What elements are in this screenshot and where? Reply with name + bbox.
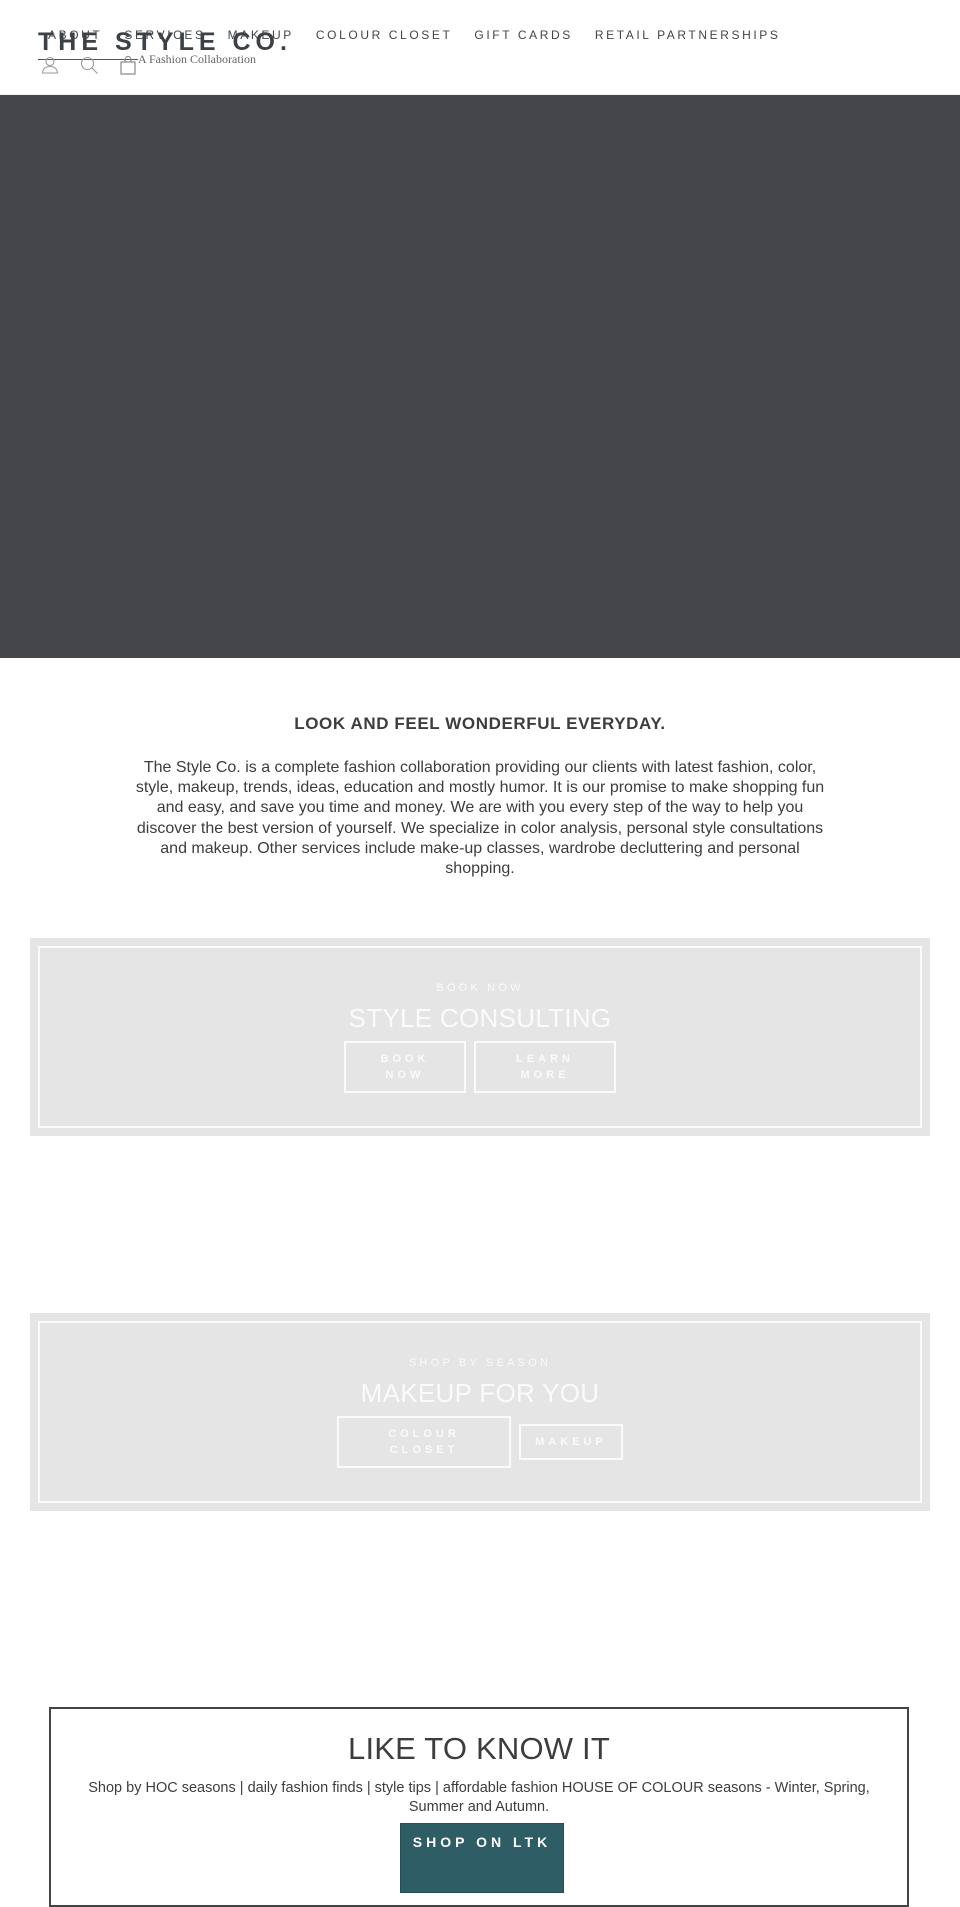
promo-kicker: SHOP BY SEASON	[408, 1357, 552, 1369]
promo-buttons: BOOK NOW LEARN MORE	[30, 1041, 930, 1093]
nav-item-about[interactable]: ABOUT	[48, 28, 102, 42]
ltk-description: Shop by HOC seasons | daily fashion find…	[88, 1780, 870, 1815]
ltk-section: LIKE TO KNOW IT Shop by HOC seasons | da…	[49, 1707, 909, 1907]
intro-title: LOOK AND FEEL WONDERFUL EVERYDAY.	[294, 714, 666, 733]
promo-heading: MAKEUP FOR YOU	[360, 1378, 600, 1408]
intro-section: LOOK AND FEEL WONDERFUL EVERYDAY. The St…	[130, 714, 830, 879]
search-icon[interactable]	[79, 55, 99, 75]
learn-more-button[interactable]: LEARN MORE	[474, 1041, 616, 1093]
promo-kicker: BOOK NOW	[436, 982, 524, 994]
nav-item-gift-cards[interactable]: GIFT CARDS	[474, 28, 572, 42]
main-nav: ABOUT SERVICES MAKEUP COLOUR CLOSET GIFT…	[48, 28, 803, 42]
nav-item-retail-partnerships[interactable]: RETAIL PARTNERSHIPS	[595, 28, 781, 42]
promo-content: SHOP BY SEASON MAKEUP FOR YOU COLOUR CLO…	[30, 1356, 930, 1468]
book-now-button[interactable]: BOOK NOW	[344, 1041, 466, 1093]
hero-banner	[0, 95, 960, 658]
shop-on-ltk-button[interactable]: SHOP ON LTK	[400, 1823, 564, 1893]
colour-closet-button[interactable]: COLOUR CLOSET	[337, 1416, 511, 1468]
site-header: THE STYLE CO. A Fashion Collaboration AB…	[0, 0, 960, 95]
promo-style-consulting: BOOK NOW STYLE CONSULTING BOOK NOW LEARN…	[30, 938, 930, 1136]
cart-icon[interactable]	[118, 55, 138, 75]
promo-content: BOOK NOW STYLE CONSULTING BOOK NOW LEARN…	[30, 981, 930, 1093]
nav-item-services[interactable]: SERVICES	[124, 28, 205, 42]
promo-buttons: COLOUR CLOSET MAKEUP	[30, 1416, 930, 1468]
nav-item-colour-closet[interactable]: COLOUR CLOSET	[316, 28, 453, 42]
makeup-button[interactable]: MAKEUP	[519, 1424, 623, 1460]
promo-makeup-for-you: SHOP BY SEASON MAKEUP FOR YOU COLOUR CLO…	[30, 1313, 930, 1511]
intro-body: The Style Co. is a complete fashion coll…	[135, 759, 825, 878]
promo-heading: STYLE CONSULTING	[348, 1003, 612, 1033]
ltk-title: LIKE TO KNOW IT	[348, 1731, 610, 1766]
nav-item-makeup[interactable]: MAKEUP	[228, 28, 294, 42]
account-icon[interactable]	[40, 55, 60, 75]
header-icons	[40, 55, 157, 75]
